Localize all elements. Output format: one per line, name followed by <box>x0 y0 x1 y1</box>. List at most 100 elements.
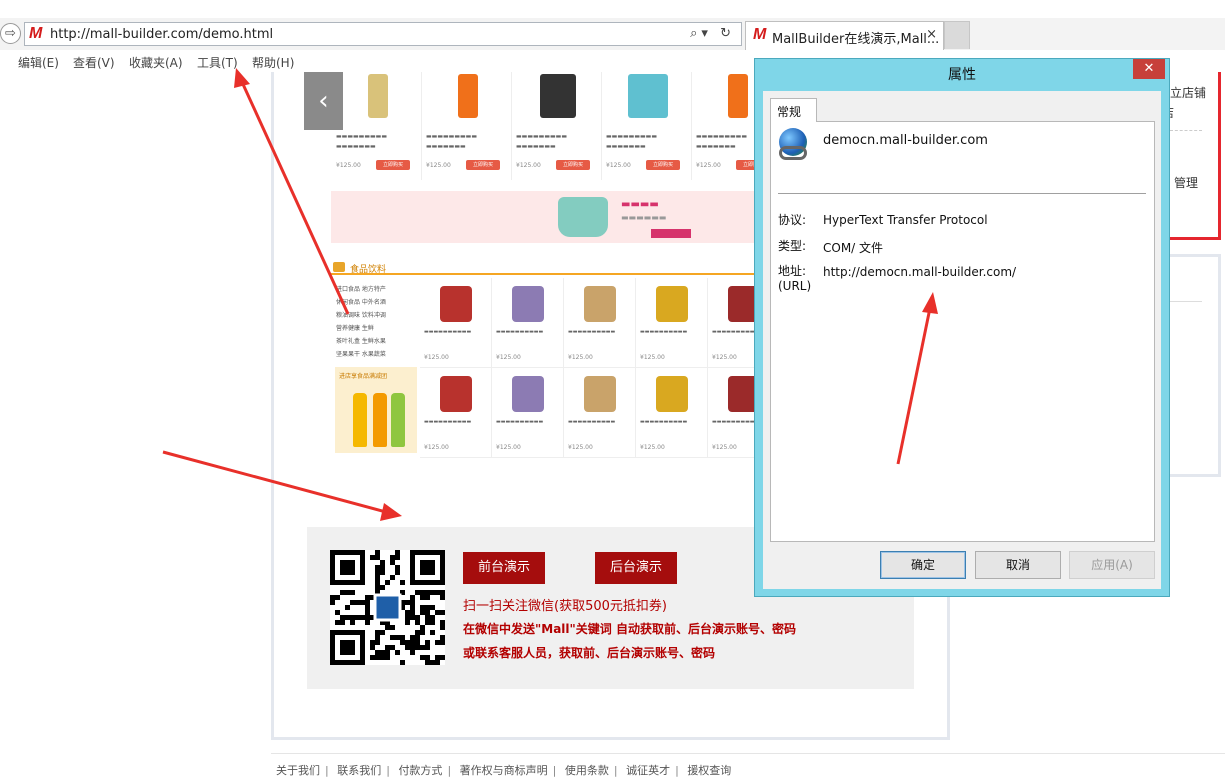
product-image <box>540 74 576 118</box>
product-image <box>458 74 478 118</box>
food-product-card[interactable]: ▬▬▬▬▬▬▬▬▬▬ ¥125.00 <box>564 278 636 368</box>
apply-button[interactable]: 应用(A) <box>1069 551 1155 579</box>
product-desc: ▬▬▬▬▬▬▬▬▬ ▬▬▬▬▬▬▬ <box>336 133 388 150</box>
address-label: 地址: <box>778 264 807 278</box>
back-demo-button[interactable]: 后台演示 <box>595 552 677 584</box>
food-product-price: ¥125.00 <box>496 354 521 361</box>
tab-close-icon[interactable]: × <box>926 27 937 42</box>
tab-title: MallBuilder在线演示,Mall... <box>772 32 940 47</box>
product-price: ¥125.00 <box>696 162 721 169</box>
footer-link-contact[interactable]: 联系我们 <box>337 764 381 777</box>
footer-link-payment[interactable]: 付款方式 <box>398 764 442 777</box>
product-desc: ▬▬▬▬▬▬▬▬▬ ▬▬▬▬▬▬▬ <box>426 133 478 150</box>
general-tab-panel: democn.mall-builder.com 协议: HyperText Tr… <box>770 121 1155 542</box>
category-link-row[interactable]: 粮油调味 饮料冲调 <box>336 309 416 322</box>
footer-link-about[interactable]: 关于我们 <box>276 764 320 777</box>
product-image <box>368 74 388 118</box>
food-product-price: ¥125.00 <box>424 354 449 361</box>
food-product-price: ¥125.00 <box>712 354 737 361</box>
wechat-qr-code <box>330 550 445 665</box>
menu-edit[interactable]: 编辑(E) <box>18 54 59 71</box>
side-promo-text: 进店享食品满减团 <box>339 373 388 380</box>
buy-button[interactable]: 立即购买 <box>466 160 500 170</box>
menu-favorites[interactable]: 收藏夹(A) <box>129 54 183 71</box>
food-product-desc: ▬▬▬▬▬▬▬▬▬▬ <box>496 419 544 425</box>
contact-service-text: 或联系客服人员，获取前、后台演示账号、密码 <box>463 646 716 660</box>
product-card[interactable]: ▬▬▬▬▬▬▬▬▬ ▬▬▬▬▬▬▬ ¥125.00 立即购买 <box>422 72 512 180</box>
address-value[interactable]: http://democn.mall-builder.com/ <box>823 265 1016 279</box>
menu-tools[interactable]: 工具(T) <box>197 54 238 71</box>
food-product-price: ¥125.00 <box>640 444 665 451</box>
cancel-button[interactable]: 取消 <box>975 551 1061 579</box>
summer-banner[interactable]: ▬▬▬▬ ▬▬▬▬▬▬ <box>331 191 755 243</box>
food-product-card[interactable]: ▬▬▬▬▬▬▬▬▬▬ ¥125.00 <box>492 278 564 368</box>
juice-bottle-image <box>353 393 367 447</box>
product-image <box>628 74 668 118</box>
category-link-row[interactable]: 休闲食品 中外名酒 <box>336 296 416 309</box>
tab-favicon-icon: M <box>753 26 767 43</box>
food-product-image <box>656 376 688 412</box>
wechat-follow-text: 扫一扫关注微信(获取500元抵扣券) <box>463 599 667 614</box>
category-link-row[interactable]: 进口食品 地方特产 <box>336 283 416 296</box>
food-product-card[interactable]: ▬▬▬▬▬▬▬▬▬▬ ¥125.00 <box>420 368 492 458</box>
banner-button[interactable] <box>651 229 691 238</box>
front-demo-button[interactable]: 前台演示 <box>463 552 545 584</box>
category-link-row[interactable]: 营养健康 生鲜 <box>336 322 416 335</box>
ok-button[interactable]: 确定 <box>880 551 966 579</box>
type-value: COM/ 文件 <box>823 241 884 255</box>
side-promo[interactable]: 进店享食品满减团 <box>335 367 417 453</box>
link-icon <box>779 146 807 160</box>
food-product-price: ¥125.00 <box>496 444 521 451</box>
tab-general[interactable]: 常规 <box>770 98 817 122</box>
handbag-image <box>558 197 608 237</box>
url-text[interactable]: http://mall-builder.com/demo.html <box>50 27 273 42</box>
dialog-title: 属性 <box>948 67 976 83</box>
footer-divider <box>271 753 1225 754</box>
menu-view[interactable]: 查看(V) <box>73 54 115 71</box>
category-link-row[interactable]: 坚果果干 水果蔬菜 <box>336 348 416 361</box>
food-product-image <box>656 286 688 322</box>
product-image <box>728 74 748 118</box>
buy-button[interactable]: 立即购买 <box>376 160 410 170</box>
product-card[interactable]: ▬▬▬▬▬▬▬▬▬ ▬▬▬▬▬▬▬ ¥125.00 立即购买 <box>332 72 422 180</box>
browser-tab[interactable]: M MallBuilder在线演示,Mall... × <box>745 21 944 50</box>
food-product-card[interactable]: ▬▬▬▬▬▬▬▬▬▬ ¥125.00 <box>564 368 636 458</box>
right-partial-text[interactable]: 管理 <box>1174 174 1198 191</box>
footer-link-jobs[interactable]: 诚征英才 <box>626 764 670 777</box>
search-refresh-icons[interactable]: ⌕▾ ↻ <box>690 26 735 41</box>
category-icon <box>333 262 345 272</box>
food-product-card[interactable]: ▬▬▬▬▬▬▬▬▬▬ ¥125.00 <box>492 368 564 458</box>
footer-link-copyright[interactable]: 著作权与商标声明 <box>460 764 548 777</box>
buy-button[interactable]: 立即购买 <box>556 160 590 170</box>
food-product-card[interactable]: ▬▬▬▬▬▬▬▬▬▬ ¥125.00 <box>636 278 708 368</box>
food-product-desc: ▬▬▬▬▬▬▬▬▬▬ <box>496 329 544 335</box>
menu-help[interactable]: 帮助(H) <box>252 54 294 71</box>
food-product-price: ¥125.00 <box>640 354 665 361</box>
right-partial-text[interactable]: 立店铺 <box>1170 84 1206 101</box>
host-name: democn.mall-builder.com <box>823 133 988 148</box>
food-product-image <box>584 286 616 322</box>
buy-button[interactable]: 立即购买 <box>646 160 680 170</box>
wechat-keyword-text: 在微信中发送"Mall"关键词 自动获取前、后台演示账号、密码 <box>463 622 796 636</box>
product-card[interactable]: ▬▬▬▬▬▬▬▬▬ ▬▬▬▬▬▬▬ ¥125.00 立即购买 <box>602 72 692 180</box>
product-desc: ▬▬▬▬▬▬▬▬▬ ▬▬▬▬▬▬▬ <box>516 133 568 150</box>
footer-link-auth[interactable]: 援权查询 <box>687 764 731 777</box>
dialog-close-icon[interactable]: ✕ <box>1133 59 1165 79</box>
food-product-card[interactable]: ▬▬▬▬▬▬▬▬▬▬ ¥125.00 <box>636 368 708 458</box>
category-divider <box>331 273 755 275</box>
site-favicon-icon: M <box>29 25 43 42</box>
product-card[interactable]: ▬▬▬▬▬▬▬▬▬ ▬▬▬▬▬▬▬ ¥125.00 立即购买 <box>512 72 602 180</box>
category-links: 进口食品 地方特产 休闲食品 中外名酒 粮油调味 饮料冲调 营养健康 生鲜 茶叶… <box>336 283 416 361</box>
product-desc: ▬▬▬▬▬▬▬▬▬ ▬▬▬▬▬▬▬ <box>606 133 658 150</box>
food-product-desc: ▬▬▬▬▬▬▬▬▬▬ <box>568 419 616 425</box>
food-product-card[interactable]: ▬▬▬▬▬▬▬▬▬▬ ¥125.00 <box>420 278 492 368</box>
back-button[interactable]: ⇨ <box>0 23 21 44</box>
footer-link-terms[interactable]: 使用条款 <box>565 764 609 777</box>
right-dash <box>1170 130 1202 131</box>
type-label: 类型: <box>778 239 807 253</box>
category-link-row[interactable]: 茶叶礼盒 生鲜水果 <box>336 335 416 348</box>
properties-dialog: 属性 ✕ democn.mall-builder.com 协议: HyperTe… <box>754 58 1170 597</box>
right-panel-gray <box>1168 254 1221 477</box>
url-field[interactable]: M http://mall-builder.com/demo.html ⌕▾ ↻ <box>24 22 742 46</box>
new-tab-button[interactable] <box>944 21 970 49</box>
